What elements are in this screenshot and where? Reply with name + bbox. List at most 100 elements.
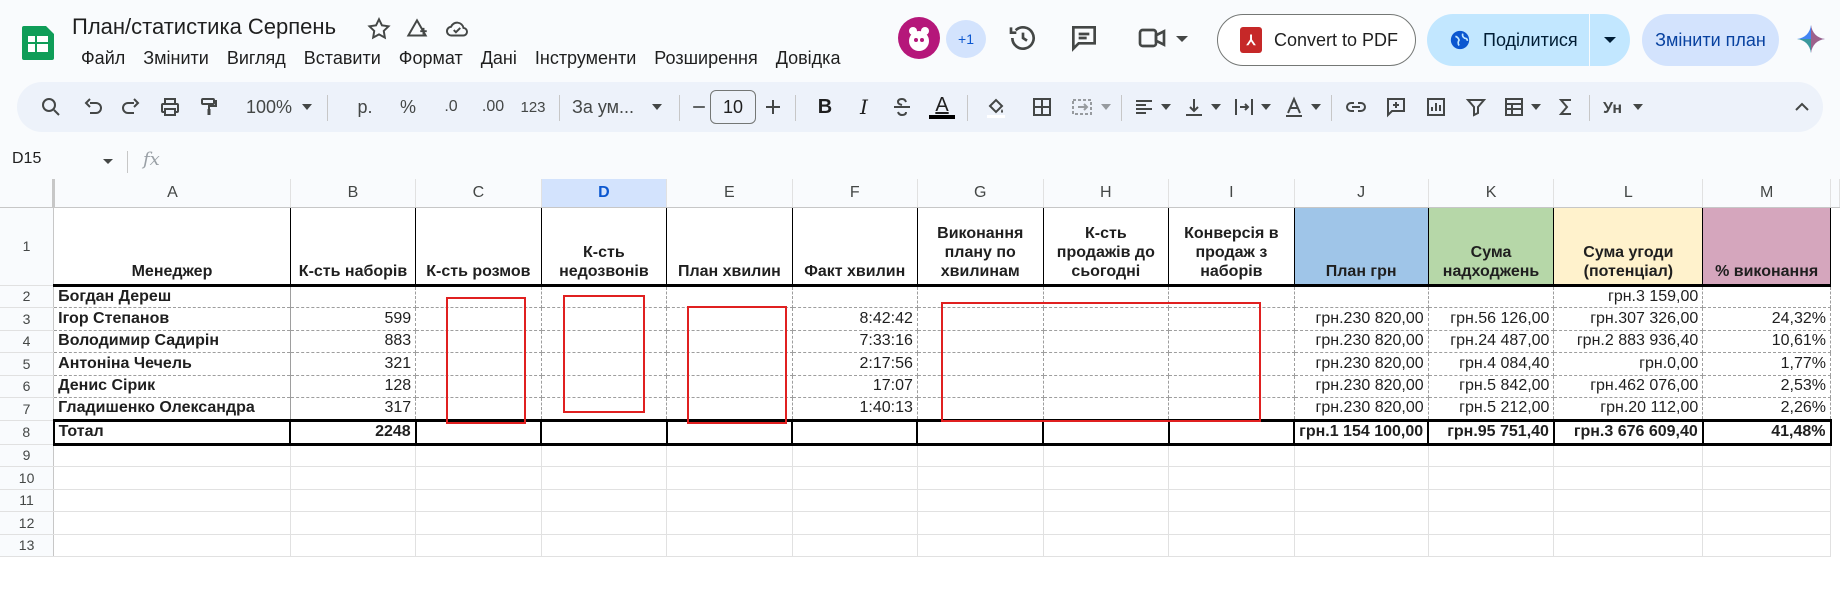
paint-format-button[interactable] [193, 91, 225, 123]
data-cell[interactable] [415, 375, 542, 398]
header-cell[interactable]: К-сть наборів [289, 207, 417, 287]
data-cell[interactable]: грн.230 820,00 [1294, 307, 1429, 331]
row-number[interactable]: 2 [0, 285, 55, 308]
data-cell[interactable]: грн.1 154 100,00 [1294, 418, 1430, 446]
empty-cell[interactable] [541, 511, 668, 535]
data-cell[interactable] [541, 307, 668, 331]
header-cell[interactable]: К-сть продажів до сьогодні [1043, 207, 1170, 287]
insert-chart-button[interactable] [1421, 91, 1451, 123]
empty-cell[interactable] [1553, 534, 1704, 557]
name-box[interactable]: D15 [12, 150, 41, 168]
data-cell[interactable] [666, 375, 793, 398]
menu-format[interactable]: Формат [390, 46, 472, 71]
data-cell[interactable]: 1:40:13 [792, 397, 918, 421]
data-cell[interactable]: грн.3 676 609,40 [1553, 418, 1704, 446]
header-cell[interactable]: План хвилин [666, 207, 793, 287]
empty-cell[interactable] [1553, 444, 1704, 467]
menu-file[interactable]: Файл [72, 46, 134, 71]
data-cell[interactable] [917, 307, 1044, 331]
text-color-button[interactable]: A [927, 91, 957, 123]
data-cell[interactable] [917, 330, 1044, 353]
row-number[interactable]: 11 [0, 489, 55, 512]
column-header-d[interactable]: D [541, 179, 668, 208]
font-dropdown-icon[interactable] [649, 91, 665, 123]
header-cell[interactable]: План грн [1294, 207, 1429, 287]
more-collaborators-badge[interactable]: +1 [946, 20, 986, 58]
text-wrapping-button[interactable] [1229, 91, 1259, 123]
header-cell[interactable]: Сума угоди (потенціал) [1553, 207, 1704, 287]
data-cell[interactable]: грн.5 842,00 [1428, 375, 1555, 398]
data-cell[interactable] [1043, 352, 1170, 376]
data-cell[interactable]: 7:33:16 [792, 330, 918, 353]
data-cell[interactable]: 2,53% [1702, 375, 1831, 398]
decrease-font-size-button[interactable] [689, 91, 709, 123]
empty-cell[interactable] [415, 489, 542, 512]
empty-cell[interactable] [541, 444, 668, 467]
row-number[interactable]: 6 [0, 375, 55, 398]
column-header-j[interactable]: J [1294, 179, 1429, 208]
data-cell[interactable] [1043, 418, 1170, 446]
row-number[interactable]: 13 [0, 534, 55, 557]
empty-cell[interactable] [666, 444, 793, 467]
data-cell[interactable] [541, 330, 668, 353]
share-button[interactable]: Поділитися [1427, 14, 1590, 66]
column-header-m[interactable]: M [1702, 179, 1831, 208]
empty-cell[interactable] [792, 534, 918, 557]
input-tools-button[interactable]: Ун [1597, 91, 1631, 123]
data-cell[interactable] [666, 352, 793, 376]
empty-cell[interactable] [1043, 534, 1170, 557]
manager-name-cell[interactable]: Богдан Дереш [53, 285, 291, 308]
column-header-b[interactable]: B [290, 179, 417, 208]
empty-cell[interactable] [1168, 511, 1295, 535]
data-cell[interactable] [541, 418, 668, 446]
data-cell[interactable] [1428, 285, 1555, 308]
empty-cell[interactable] [415, 444, 542, 467]
data-cell[interactable]: 10,61% [1702, 330, 1831, 353]
percent-format-button[interactable]: % [393, 91, 423, 123]
spreadsheet-grid[interactable]: A B C D E F G H I J K L M 1 Менеджер К-сть наборів К-сть… [0, 179, 1840, 608]
empty-cell[interactable] [917, 511, 1044, 535]
filter-views-dropdown-icon[interactable] [1529, 91, 1543, 123]
data-cell[interactable] [1043, 285, 1170, 308]
data-cell[interactable]: 128 [290, 375, 417, 398]
empty-cell[interactable] [1168, 489, 1295, 512]
empty-cell[interactable] [1428, 466, 1555, 490]
document-title[interactable]: План/статистика Серпень [72, 14, 336, 40]
borders-button[interactable] [1027, 91, 1057, 123]
text-rotation-button[interactable] [1279, 91, 1309, 123]
move-to-folder-icon[interactable] [404, 16, 430, 42]
data-cell[interactable]: грн.230 820,00 [1294, 352, 1429, 376]
column-header-f[interactable]: F [792, 179, 918, 208]
data-cell[interactable] [541, 375, 668, 398]
empty-cell[interactable] [1428, 511, 1555, 535]
empty-cell[interactable] [666, 466, 793, 490]
collaborator-avatar[interactable] [898, 17, 940, 59]
data-cell[interactable] [917, 285, 1044, 308]
data-cell[interactable]: грн.56 126,00 [1428, 307, 1555, 331]
select-all-corner[interactable] [0, 179, 56, 208]
empty-cell[interactable] [290, 511, 417, 535]
data-cell[interactable]: грн.230 820,00 [1294, 397, 1429, 421]
manager-name-cell[interactable]: Тотал [52, 418, 292, 446]
header-cell[interactable]: К-сть недозвонів [541, 207, 668, 287]
header-cell[interactable]: К-сть розмов [415, 207, 542, 287]
empty-cell[interactable] [541, 466, 668, 490]
menu-view[interactable]: Вигляд [218, 46, 295, 71]
empty-cell[interactable] [917, 489, 1044, 512]
sheets-logo-icon[interactable] [18, 22, 58, 62]
column-header-l[interactable]: L [1553, 179, 1704, 208]
data-cell[interactable] [415, 418, 543, 446]
zoom-dropdown-icon[interactable] [299, 91, 315, 123]
valign-dropdown-icon[interactable] [1209, 91, 1223, 123]
data-cell[interactable] [541, 352, 668, 376]
manager-name-cell[interactable]: Гладишенко Олександра [53, 397, 291, 421]
wrap-dropdown-icon[interactable] [1259, 91, 1273, 123]
empty-cell[interactable] [1702, 466, 1831, 490]
data-cell[interactable] [415, 397, 542, 421]
data-cell[interactable]: грн.24 487,00 [1428, 330, 1555, 353]
row-number[interactable]: 3 [0, 307, 55, 331]
data-cell[interactable]: 599 [290, 307, 417, 331]
data-cell[interactable]: грн.2 883 936,40 [1553, 330, 1704, 353]
data-cell[interactable]: грн.5 212,00 [1428, 397, 1555, 421]
data-cell[interactable] [1043, 397, 1170, 421]
